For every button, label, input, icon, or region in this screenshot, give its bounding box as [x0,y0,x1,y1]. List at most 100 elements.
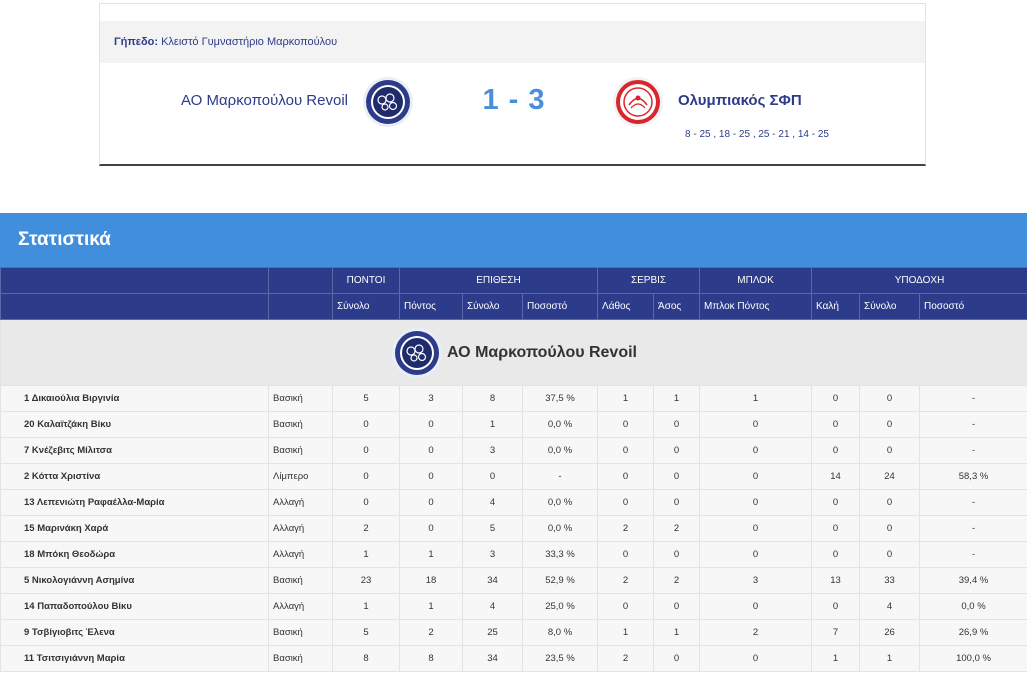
stat-cell: 0 [653,489,701,516]
stat-cell: 14 [811,463,861,490]
stat-cell: 0 [597,489,655,516]
stat-cell: 0 [332,411,400,438]
stat-cell: 25 [462,619,523,646]
set-scores: 8 - 25 , 18 - 25 , 25 - 21 , 14 - 25 [685,129,829,140]
stat-cell: 0 [653,437,701,464]
player-name[interactable]: 15 Μαρινάκη Χαρά [0,515,269,542]
player-role: Βασική [268,645,333,672]
player-name[interactable]: 5 Νικολογιάννη Ασημίνα [0,567,269,594]
stat-cell: 0 [399,411,463,438]
stat-cell: 0 [699,515,813,542]
player-role: Βασική [268,385,333,412]
player-row: 1 Δικαιούλια Βιργινία Βασική 5 3 8 37,5 % 1 1 1 0… [0,385,1027,412]
stat-cell: 0 [332,489,400,516]
markopoulo-crest-icon [391,327,443,379]
stat-cell: 1 [597,619,655,646]
away-team-name[interactable]: Ολυμπιακός ΣΦΠ [678,92,802,109]
stat-cell: 3 [462,437,523,464]
stat-cell: 0 [811,437,861,464]
player-name[interactable]: 7 Κνέζεβιτς Μίλιτσα [0,437,269,464]
stat-cell: 0,0 % [919,593,1027,620]
stat-cell: 0 [699,541,813,568]
stat-cell: 4 [462,489,523,516]
stat-cell: 1 [699,385,813,412]
group-header-row: ΠΟΝΤΟΙ ΕΠΙΘΕΣΗ ΣΕΡΒΙΣ ΜΠΛΟΚ ΥΠΟΔΟΧΗ [0,267,1027,294]
subheader-points-total: Σύνολο [332,293,400,320]
player-name[interactable]: 18 Μπόκη Θεοδώρα [0,541,269,568]
player-role: Αλλαγή [268,541,333,568]
player-name[interactable]: 2 Κόττα Χριστίνα [0,463,269,490]
stat-cell: 0 [811,515,861,542]
group-attack: ΕΠΙΘΕΣΗ [398,267,599,294]
stat-cell: 0 [332,463,400,490]
stat-cell: 0,0 % [521,489,599,516]
stat-cell: 2 [653,515,701,542]
markopoulo-crest-icon[interactable] [362,76,414,128]
subheader-serve-error: Λάθος [597,293,655,320]
subheader-blank-role [268,293,333,320]
stat-cell: 13 [811,567,861,594]
stat-cell: 25,0 % [521,593,599,620]
subheader-attack-pct: Ποσοστό [521,293,599,320]
player-name[interactable]: 14 Παπαδοπούλου Βίκυ [0,593,269,620]
group-points: ΠΟΝΤΟΙ [332,267,400,294]
player-name[interactable]: 11 Τσιτσιγιάννη Μαρία [0,645,269,672]
stat-cell: 0 [653,463,701,490]
stat-cell: 0,0 % [521,437,599,464]
stat-cell: 0 [811,489,861,516]
stat-cell: 0 [653,645,701,672]
stats-title: Στατιστικά [0,213,1027,267]
stat-cell: 0 [699,489,813,516]
stat-cell: 0 [811,541,861,568]
stat-cell: 26 [859,619,921,646]
player-role: Αλλαγή [268,489,333,516]
player-row: 13 Λεπενιώτη Ραφαέλλα-Μαρία Αλλαγή 0 0 4 0,0 … [0,489,1027,516]
stat-cell: 0 [699,437,813,464]
stat-cell: 0 [811,593,861,620]
venue-label: Γήπεδο: [114,36,159,48]
stat-cell: 0 [399,515,463,542]
header-blank-role [268,267,333,294]
stat-cell: 0 [859,541,921,568]
subheader-block-point: Μπλοκ Πόντος [699,293,813,320]
stat-cell: 100,0 % [919,645,1027,672]
subheader-row: Σύνολο Πόντος Σύνολο Ποσοστό Λάθος Άσος … [0,293,1027,320]
stat-cell: 8,0 % [521,619,599,646]
stat-cell: 0 [859,385,921,412]
stat-cell: 0 [699,593,813,620]
player-name[interactable]: 20 Καλαϊτζάκη Βίκυ [0,411,269,438]
stat-cell: 34 [462,567,523,594]
player-role: Βασική [268,437,333,464]
player-name[interactable]: 13 Λεπενιώτη Ραφαέλλα-Μαρία [0,489,269,516]
player-row: 5 Νικολογιάννη Ασημίνα Βασική 23 18 34 52,9 %… [0,567,1027,594]
subheader-serve-ace: Άσος [653,293,701,320]
group-reception: ΥΠΟΔΟΧΗ [811,267,1027,294]
stat-cell: 0 [462,463,523,490]
stat-cell: 1 [597,385,655,412]
stat-cell: 0 [859,437,921,464]
home-team-name[interactable]: ΑΟ Μαρκοπούλου Revoil [181,92,348,109]
player-role: Βασική [268,411,333,438]
player-role: Λίμπερο [268,463,333,490]
stat-cell: 0 [597,593,655,620]
stat-cell: 7 [811,619,861,646]
player-name[interactable]: 9 Τσβίγιοβιτς Έλενα [0,619,269,646]
match-score: 1 - 3 [482,84,546,116]
player-name[interactable]: 1 Δικαιούλια Βιργινία [0,385,269,412]
olympiacos-crest-icon[interactable] [612,76,664,128]
stat-cell: 2 [332,515,400,542]
stat-cell: 1 [399,541,463,568]
team-heading-cell: ΑΟ Μαρκοπούλου Revoil [0,319,1027,386]
player-role: Βασική [268,619,333,646]
stat-cell: 0 [399,489,463,516]
subheader-reception-good: Καλή [811,293,861,320]
player-role: Αλλαγή [268,593,333,620]
stat-cell: 23 [332,567,400,594]
stat-cell: 2 [597,567,655,594]
stat-cell: - [919,411,1027,438]
player-row: 18 Μπόκη Θεοδώρα Αλλαγή 1 1 3 33,3 % 0 0 0 0 0- [0,541,1027,568]
group-block: ΜΠΛΟΚ [699,267,813,294]
stat-cell: 0 [653,411,701,438]
player-row: 11 Τσιτσιγιάννη Μαρία Βασική 8 8 34 23,5 % 2 0 0… [0,645,1027,672]
stat-cell: 5 [462,515,523,542]
